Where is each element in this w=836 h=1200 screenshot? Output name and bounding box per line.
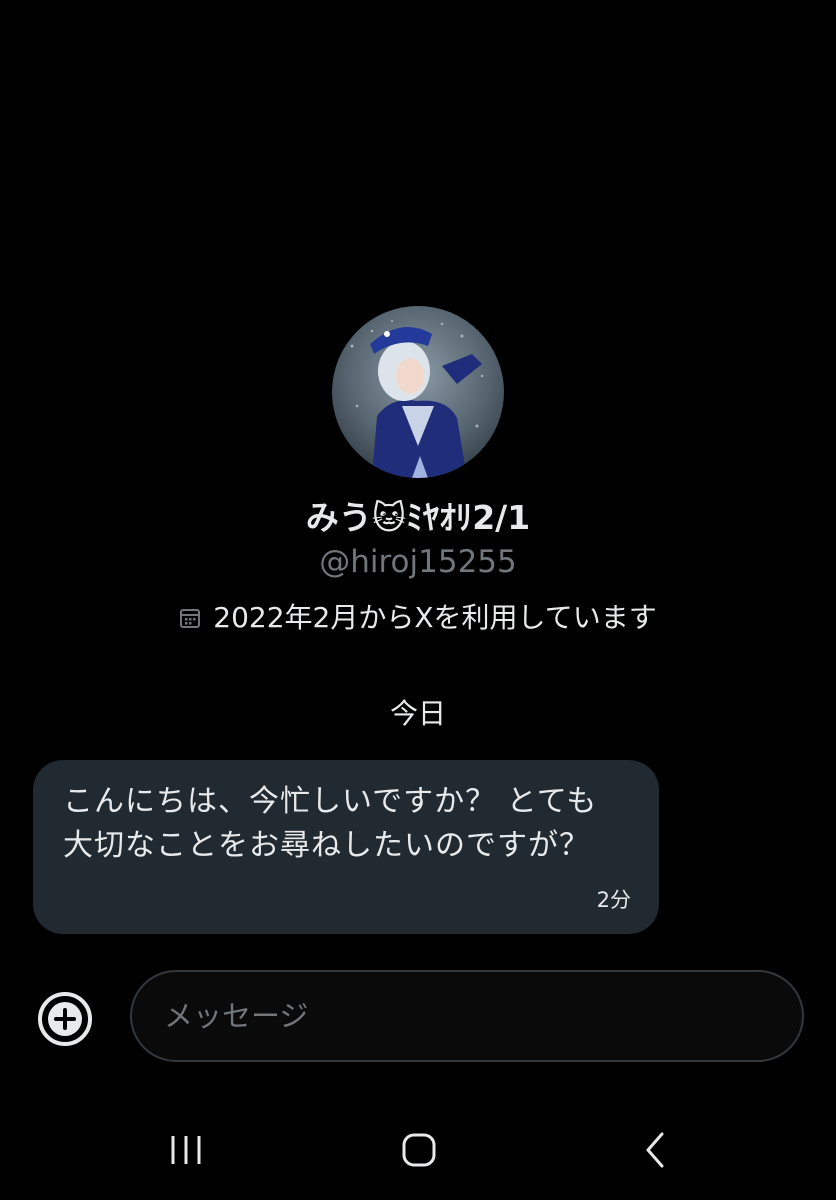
profile-display-name: みう🐱ﾐﾔｵﾘ2/1: [305, 498, 531, 537]
system-navigation-bar: [0, 1100, 836, 1200]
recents-button[interactable]: [156, 1122, 216, 1178]
message-time: 2分: [596, 888, 631, 912]
add-media-button[interactable]: [36, 990, 94, 1048]
profile-avatar[interactable]: [332, 306, 504, 478]
back-button[interactable]: [624, 1122, 684, 1178]
joined-date: 2022年2月からXを利用しています: [0, 598, 836, 638]
back-icon: [646, 1132, 664, 1168]
home-icon: [402, 1133, 436, 1167]
recents-icon: [171, 1136, 201, 1164]
message-bubble[interactable]: こんにちは、今忙しいですか？ とても大切なことをお尋ねしたいのですが？ 2分: [33, 760, 659, 934]
message-composer[interactable]: [130, 970, 804, 1062]
calendar-icon: [180, 609, 201, 628]
home-button[interactable]: [389, 1122, 449, 1178]
profile-photo: [332, 306, 504, 478]
plus-circle-icon: [38, 992, 92, 1046]
profile-handle: @hiroj15255: [319, 544, 517, 580]
day-separator: 今日: [389, 697, 446, 730]
message-input[interactable]: [164, 972, 764, 1060]
joined-text: 2022年2月からXを利用しています: [213, 601, 657, 634]
message-text: こんにちは、今忙しいですか？ とても大切なことをお尋ねしたいのですが？: [63, 784, 598, 863]
